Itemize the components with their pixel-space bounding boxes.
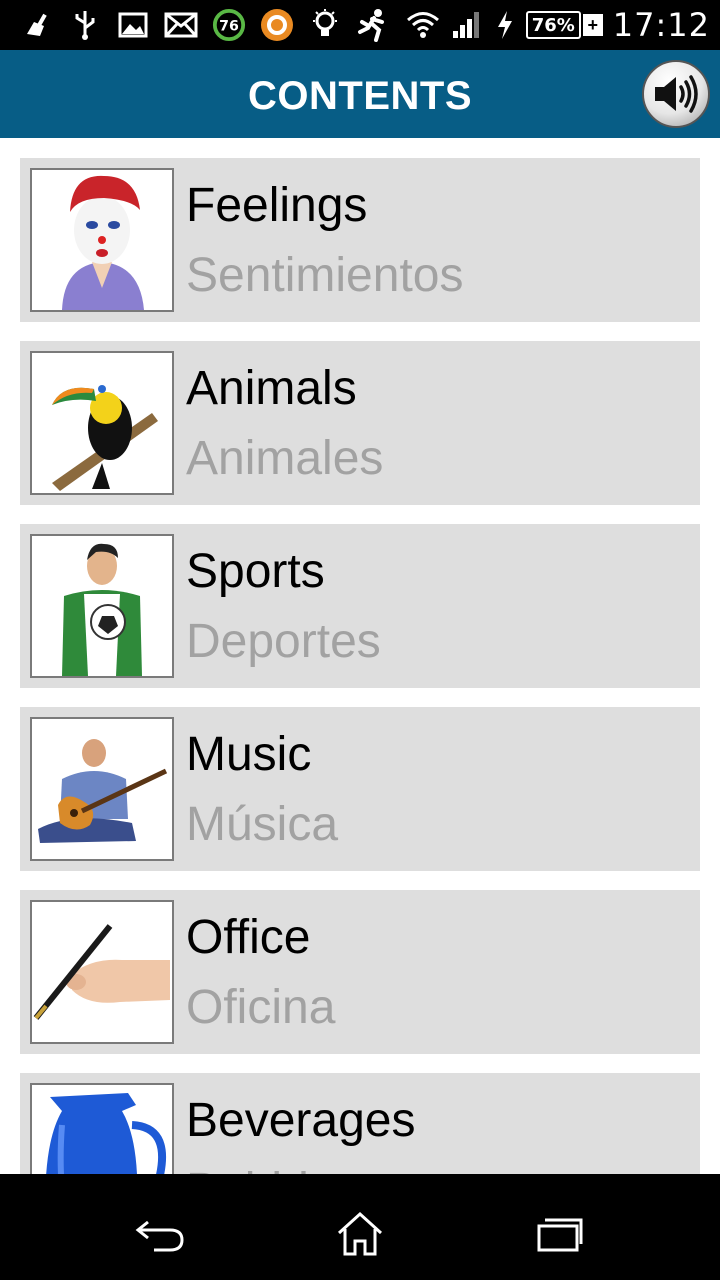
broom-icon xyxy=(20,8,54,42)
category-title: Sports xyxy=(186,545,325,598)
usb-icon xyxy=(68,8,102,42)
system-status: 76% + 17:12 xyxy=(406,0,710,50)
speaker-icon xyxy=(655,75,698,113)
category-title: Beverages xyxy=(186,1094,416,1147)
home-button[interactable] xyxy=(330,1204,390,1264)
app-header: CONTENTS xyxy=(0,50,720,138)
home-icon xyxy=(337,1211,383,1256)
category-translation: Animales xyxy=(186,432,384,485)
category-item-feelings[interactable]: Feelings Sentimientos xyxy=(20,158,700,322)
lightbulb-icon xyxy=(308,8,342,42)
recents-icon xyxy=(537,1218,583,1252)
category-item-office[interactable]: Office Oficina xyxy=(20,890,700,1054)
back-icon xyxy=(135,1220,184,1252)
image-icon xyxy=(116,8,150,42)
status-bar: 76 76% + 17:12 xyxy=(0,0,720,50)
clock: 17:12 xyxy=(612,6,710,44)
clown-icon xyxy=(30,168,174,312)
notification-icons: 76 xyxy=(20,0,390,50)
category-list: Feelings Sentimientos Animals Animales S… xyxy=(20,158,700,1174)
category-item-beverages[interactable]: Beverages Bebidas xyxy=(20,1073,700,1174)
toucan-icon xyxy=(30,351,174,495)
category-title: Office xyxy=(186,911,311,964)
category-translation: Oficina xyxy=(186,981,336,1034)
category-title: Animals xyxy=(186,362,357,415)
guitar-player-icon xyxy=(30,717,174,861)
svg-text:76: 76 xyxy=(219,19,239,35)
category-translation: Música xyxy=(186,798,339,851)
navigation-bar xyxy=(0,1184,720,1280)
pitcher-icon xyxy=(30,1083,174,1174)
category-title: Music xyxy=(186,728,312,781)
signal-icon xyxy=(450,8,484,42)
mail-icon xyxy=(164,8,198,42)
category-translation: Deportes xyxy=(186,615,381,668)
sound-button[interactable] xyxy=(642,60,710,128)
category-item-music[interactable]: Music Música xyxy=(20,707,700,871)
orange-app-icon xyxy=(260,8,294,42)
charging-icon xyxy=(494,8,516,42)
category-list-container[interactable]: Feelings Sentimientos Animals Animales S… xyxy=(0,138,720,1174)
battery-plus-icon: + xyxy=(582,14,603,36)
recents-button[interactable] xyxy=(530,1204,590,1264)
battery-indicator: 76% + xyxy=(525,11,603,39)
back-button[interactable] xyxy=(130,1204,190,1264)
category-translation: Bebidas xyxy=(186,1163,359,1174)
runner-icon xyxy=(356,8,390,42)
battery-percent: 76% xyxy=(525,11,581,39)
category-item-animals[interactable]: Animals Animales xyxy=(20,341,700,505)
category-title: Feelings xyxy=(186,179,368,232)
wifi-icon xyxy=(406,8,440,42)
page-title: CONTENTS xyxy=(248,74,472,118)
soccer-player-icon xyxy=(30,534,174,678)
category-item-sports[interactable]: Sports Deportes xyxy=(20,524,700,688)
category-translation: Sentimientos xyxy=(186,249,464,302)
circle-badge-icon: 76 xyxy=(212,8,246,42)
pen-hand-icon xyxy=(30,900,174,1044)
